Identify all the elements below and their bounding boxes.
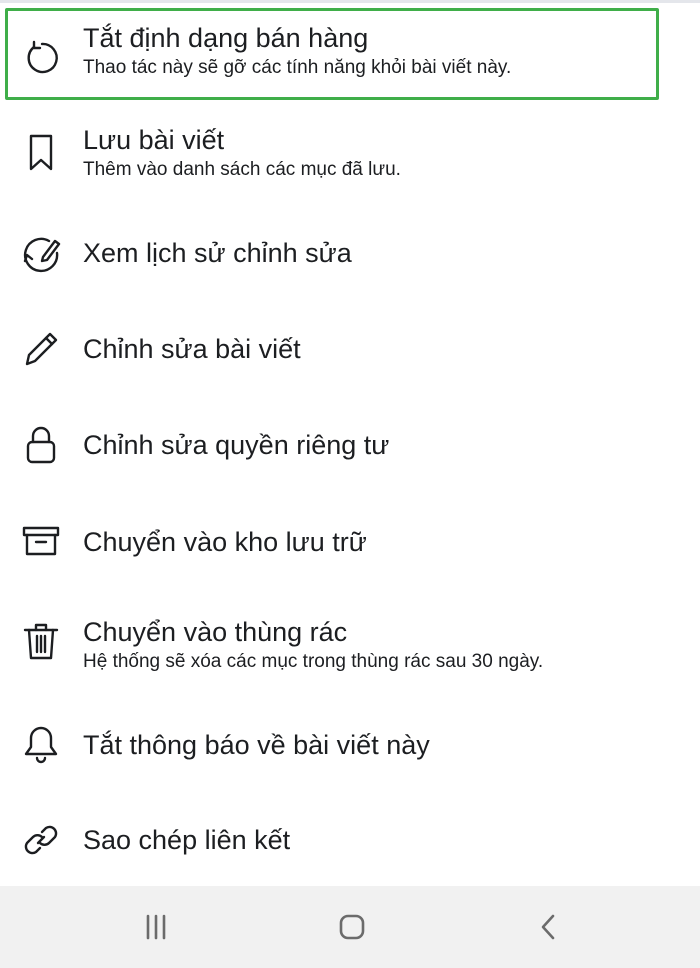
recent-apps-button[interactable]: [126, 902, 186, 952]
home-button[interactable]: [322, 902, 382, 952]
menu-item-title: Xem lịch sử chỉnh sửa: [83, 238, 352, 268]
bookmark-icon: [18, 130, 64, 176]
menu-item-move-to-archive[interactable]: Chuyển vào kho lưu trữ: [0, 514, 700, 570]
post-options-screen: Tắt định dạng bán hàng Thao tác này sẽ g…: [0, 0, 700, 968]
menu-item-title: Lưu bài viết: [83, 125, 225, 155]
menu-item-save-post[interactable]: Lưu bài viết Thêm vào danh sách các mục …: [0, 120, 700, 200]
menu-item-subtitle: Thêm vào danh sách các mục đã lưu.: [83, 159, 401, 180]
menu-item-edit-privacy[interactable]: Chỉnh sửa quyền riêng tư: [0, 417, 700, 473]
menu-item-edit-post[interactable]: Chỉnh sửa bài viết: [0, 321, 700, 377]
trash-icon: [18, 618, 64, 664]
recent-apps-icon: [146, 914, 166, 940]
menu-item-title: Chỉnh sửa bài viết: [83, 334, 301, 364]
lock-icon: [18, 422, 64, 468]
menu-item-copy-link[interactable]: Sao chép liên kết: [0, 812, 700, 868]
back-button[interactable]: [518, 902, 578, 952]
home-icon: [339, 914, 365, 940]
archive-icon: [18, 517, 64, 563]
edit-history-icon: [18, 230, 64, 276]
bell-icon: [18, 721, 64, 767]
menu-item-title: Chuyển vào thùng rác: [83, 617, 348, 647]
menu-item-subtitle: Hệ thống sẽ xóa các mục trong thùng rác …: [83, 651, 544, 672]
menu-item-title: Tắt thông báo về bài viết này: [83, 730, 430, 760]
menu-item-turn-off-notifications[interactable]: Tắt thông báo về bài viết này: [0, 717, 700, 773]
menu-item-title: Sao chép liên kết: [83, 825, 291, 855]
system-navigation-bar: [0, 886, 700, 968]
link-icon: [18, 817, 64, 863]
menu-item-title: Chỉnh sửa quyền riêng tư: [83, 430, 390, 460]
menu-item-move-to-trash[interactable]: Chuyển vào thùng rác Hệ thống sẽ xóa các…: [0, 612, 700, 682]
back-icon: [541, 914, 555, 940]
top-divider: [0, 0, 700, 3]
pencil-icon: [18, 325, 64, 371]
selection-highlight: [5, 8, 659, 100]
menu-item-title: Chuyển vào kho lưu trữ: [83, 527, 367, 557]
menu-item-view-edit-history[interactable]: Xem lịch sử chỉnh sửa: [0, 225, 700, 281]
